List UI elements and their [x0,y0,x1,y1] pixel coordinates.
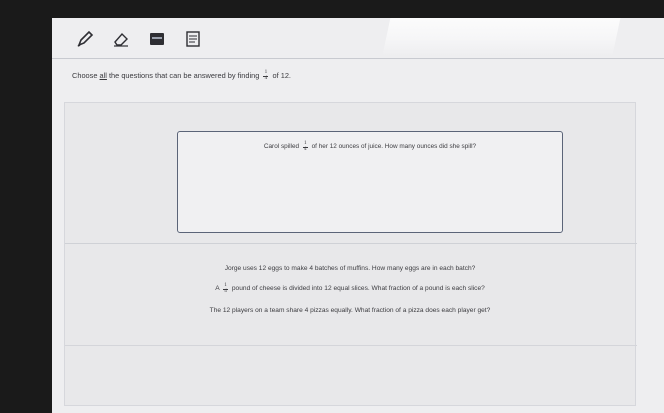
screen-glare [382,18,622,56]
prompt-text-middle: the questions that can be answered by fi… [106,71,262,81]
choice-text-start: A [215,285,222,293]
selected-fraction: 1 4 [302,140,308,153]
fraction-denominator: 4 [304,146,307,153]
toolbar-divider [52,58,664,59]
choice-text-end: pound of cheese is divided into 12 equal… [230,285,485,293]
toolbar [74,26,204,52]
panel-bottom-divider [65,345,637,346]
fraction-denominator: 4 [224,288,227,295]
prompt-text-start: Choose [72,71,100,81]
prompt-text-end: of 12. [270,71,291,81]
fraction-denominator: 4 [264,75,268,82]
keyboard-icon[interactable] [146,28,168,50]
selected-text-start: Carol spilled [263,143,301,151]
panel-divider [65,243,637,244]
selected-text-end: of her 12 ounces of juice. How many ounc… [309,143,477,151]
choice-text: Jorge uses 12 eggs to make 4 batches of … [224,265,476,272]
choice-fraction: 1 4 [223,282,229,295]
prompt-emphasis: all [99,71,107,81]
selected-question[interactable]: Carol spilled 1 4 of her 12 ounces of ju… [178,140,562,153]
choice-text: The 12 players on a team share 4 pizzas … [209,307,491,314]
screen: Choose all the questions that can be ans… [52,18,664,413]
answer-panel: Carol spilled 1 4 of her 12 ounces of ju… [64,102,637,406]
pencil-icon[interactable] [74,28,96,50]
choice-option-1[interactable]: Jorge uses 12 eggs to make 4 batches of … [65,265,635,272]
drop-zone-selected[interactable]: Carol spilled 1 4 of her 12 ounces of ju… [177,131,563,233]
choice-option-2[interactable]: A 1 4 pound of cheese is divided into 12… [65,282,635,295]
prompt-fraction: 1 4 [263,69,269,82]
eraser-icon[interactable] [110,28,132,50]
notepad-icon[interactable] [182,28,204,50]
choice-option-3[interactable]: The 12 players on a team share 4 pizzas … [65,307,635,314]
question-prompt: Choose all the questions that can be ans… [72,69,291,82]
